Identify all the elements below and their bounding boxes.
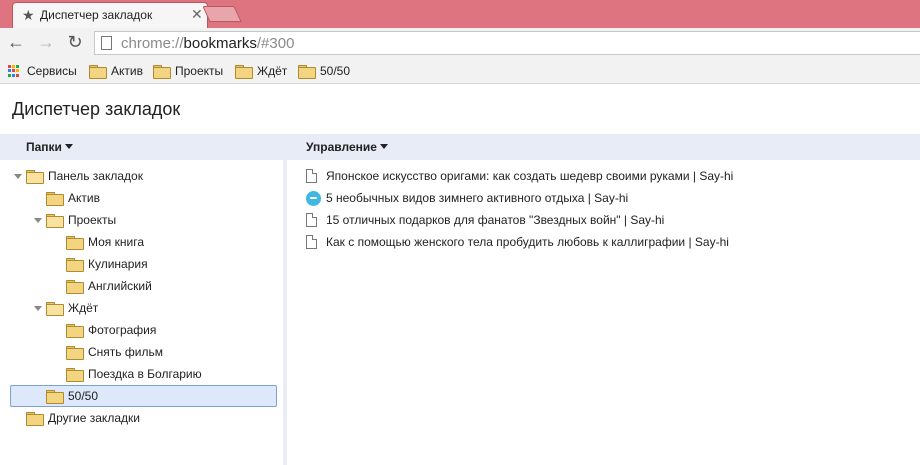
folder-label: Ждёт xyxy=(257,64,288,78)
star-icon: ★ xyxy=(22,7,35,23)
browser-toolbar: ← → ↻ chrome://bookmarks/#300 xyxy=(0,28,920,58)
forward-icon[interactable]: → xyxy=(36,33,56,53)
bookmark-title: Как с помощью женского тела пробудить лю… xyxy=(326,235,729,249)
bookmark-item[interactable]: Как с помощью женского тела пробудить лю… xyxy=(306,233,729,251)
tree-item-label: Проекты xyxy=(68,213,117,227)
page-title: Диспетчер закладок xyxy=(12,99,181,119)
page-icon xyxy=(101,36,112,50)
caret-down-icon xyxy=(379,144,388,149)
tab-title: Диспетчер закладок xyxy=(40,8,153,22)
tree-item-other-bookmarks[interactable]: Другие закладки xyxy=(26,409,140,427)
reload-icon[interactable]: ↻ xyxy=(65,33,85,53)
bookmarks-bar-folder-zhdet[interactable]: Ждёт xyxy=(235,63,287,79)
tree-item-label: Кулинария xyxy=(88,257,148,271)
folder-icon xyxy=(46,390,64,404)
folder-open-icon xyxy=(46,214,64,228)
tree-item-50-50[interactable]: 50/50 xyxy=(46,387,98,405)
tree-item-zhdet[interactable]: Ждёт xyxy=(46,299,98,317)
tree-item-proekty[interactable]: Проекты xyxy=(46,211,116,229)
tree-item-aktiv[interactable]: Актив xyxy=(46,189,100,207)
window-titlebar: ★ Диспетчер закладок ✕ xyxy=(0,0,920,28)
pane-splitter[interactable] xyxy=(283,134,287,465)
tree-item-label: Английский xyxy=(88,279,152,293)
tree-item-snyat-film[interactable]: Снять фильм xyxy=(66,343,163,361)
tree-item-label: Снять фильм xyxy=(88,345,163,359)
folder-icon xyxy=(89,65,107,79)
page-icon xyxy=(306,169,317,183)
bookmark-title: 5 необычных видов зимнего активного отды… xyxy=(326,191,629,205)
folders-menu-button[interactable]: Папки xyxy=(26,140,73,154)
folder-icon xyxy=(66,280,84,294)
address-bar[interactable]: chrome://bookmarks/#300 xyxy=(94,31,920,55)
folder-icon xyxy=(66,368,84,382)
folder-icon xyxy=(66,346,84,360)
tab-bookmark-manager[interactable]: ★ Диспетчер закладок ✕ xyxy=(12,2,208,28)
bookmarks-bar-folder-50-50[interactable]: 50/50 xyxy=(298,63,350,79)
expand-arrow-icon[interactable] xyxy=(34,306,42,311)
tree-item-kulinariya[interactable]: Кулинария xyxy=(66,255,148,273)
apps-grid-icon xyxy=(8,65,20,77)
tree-item-bookmarks-bar[interactable]: Панель закладок xyxy=(26,167,143,185)
bookmark-item[interactable]: Японское искусство оригами: как создать … xyxy=(306,167,733,185)
page-icon xyxy=(306,213,317,227)
folder-open-icon xyxy=(46,302,64,316)
folder-icon xyxy=(46,192,64,206)
folder-icon xyxy=(66,236,84,250)
bookmarks-bar-folder-proekty[interactable]: Проекты xyxy=(153,63,223,79)
tree-item-label: Ждёт xyxy=(68,301,99,315)
folder-icon xyxy=(298,65,316,79)
tree-item-moya-kniga[interactable]: Моя книга xyxy=(66,233,144,251)
tree-item-label: Поездка в Болгарию xyxy=(88,367,202,381)
tree-item-poezdka-v-bolgariyu[interactable]: Поездка в Болгарию xyxy=(66,365,202,383)
new-tab-button[interactable] xyxy=(202,6,242,22)
column-header-band: Папки Управление xyxy=(0,134,920,160)
tree-item-label: Фотография xyxy=(88,323,157,337)
folder-open-icon xyxy=(26,170,44,184)
apps-label: Сервисы xyxy=(27,64,77,78)
tree-item-label: Панель закладок xyxy=(48,169,143,183)
bookmark-title: 15 отличных подарков для фанатов "Звездн… xyxy=(326,213,665,227)
tree-item-label: 50/50 xyxy=(68,389,99,403)
bookmarks-bar: Сервисы Актив Проекты Ждёт 50/50 xyxy=(0,58,920,84)
folder-label: Актив xyxy=(111,64,143,78)
folder-icon xyxy=(153,65,171,79)
tree-item-label: Моя книга xyxy=(88,235,145,249)
tree-item-label: Другие закладки xyxy=(48,411,140,425)
say-hi-favicon-icon xyxy=(306,190,321,206)
folder-icon xyxy=(66,324,84,338)
tree-item-angliyskiy[interactable]: Английский xyxy=(66,277,152,295)
apps-shortcut[interactable]: Сервисы xyxy=(8,63,77,79)
bookmark-item[interactable]: 5 необычных видов зимнего активного отды… xyxy=(306,189,628,207)
tree-item-label: Актив xyxy=(68,191,100,205)
url-text: chrome://bookmarks/#300 xyxy=(121,35,295,52)
tree-item-fotografiya[interactable]: Фотография xyxy=(66,321,156,339)
folder-icon xyxy=(235,65,253,79)
back-icon[interactable]: ← xyxy=(6,33,26,53)
organize-menu-button[interactable]: Управление xyxy=(306,140,388,154)
expand-arrow-icon[interactable] xyxy=(14,174,22,179)
folder-label: Проекты xyxy=(175,64,224,78)
expand-arrow-icon[interactable] xyxy=(34,218,42,223)
folder-label: 50/50 xyxy=(320,64,351,78)
bookmark-title: Японское искусство оригами: как создать … xyxy=(326,169,734,183)
bookmark-item[interactable]: 15 отличных подарков для фанатов "Звездн… xyxy=(306,211,664,229)
page-icon xyxy=(306,235,317,249)
folder-icon xyxy=(66,258,84,272)
bookmarks-bar-folder-aktiv[interactable]: Актив xyxy=(89,63,143,79)
close-tab-icon[interactable]: ✕ xyxy=(191,6,203,22)
folder-icon xyxy=(26,412,44,426)
caret-down-icon xyxy=(64,144,73,149)
